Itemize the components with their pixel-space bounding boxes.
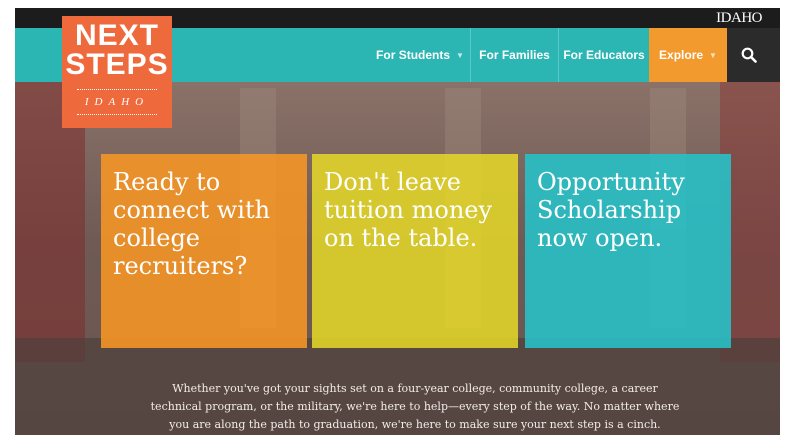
nav-for-students[interactable]: For Students ▼ <box>370 28 470 82</box>
nav-for-educators-label: For Educators <box>563 48 645 62</box>
next-steps-logo[interactable]: NEXT STEPS IDAHO <box>62 16 172 128</box>
search-button[interactable] <box>727 28 780 82</box>
search-icon <box>741 47 757 63</box>
promo-card-text: Ready to connect with college recruiters… <box>113 168 271 280</box>
logo-line-next: NEXT <box>74 19 159 52</box>
logo-line-idaho: IDAHO <box>84 96 150 108</box>
promo-card-scholarship[interactable]: Opportunity Scholarship now open. <box>525 154 731 348</box>
idaho-state-logo[interactable]: IDAHO <box>716 10 762 27</box>
logo-divider <box>77 89 157 90</box>
chevron-down-icon: ▼ <box>456 50 464 60</box>
logo-divider <box>77 114 157 115</box>
nav-explore[interactable]: Explore ▼ <box>649 28 727 82</box>
logo-line-steps: STEPS <box>65 48 169 81</box>
page-frame: IDAHO For Students ▼ For Families For Edu… <box>15 8 780 435</box>
promo-card-text: Don't leave tuition money on the table. <box>324 168 493 252</box>
nav-for-families[interactable]: For Families <box>471 28 558 82</box>
promo-card-tuition[interactable]: Don't leave tuition money on the table. <box>312 154 518 348</box>
nav-for-families-label: For Families <box>479 48 550 62</box>
chevron-down-icon: ▼ <box>709 50 717 60</box>
nav-explore-label: Explore <box>659 48 704 62</box>
nav-for-educators[interactable]: For Educators <box>559 28 649 82</box>
nav-for-students-label: For Students <box>376 48 451 62</box>
promo-card-text: Opportunity Scholarship now open. <box>537 168 685 252</box>
promo-card-recruiters[interactable]: Ready to connect with college recruiters… <box>101 154 307 348</box>
hero-tagline: Whether you've got your sights set on a … <box>150 382 680 431</box>
